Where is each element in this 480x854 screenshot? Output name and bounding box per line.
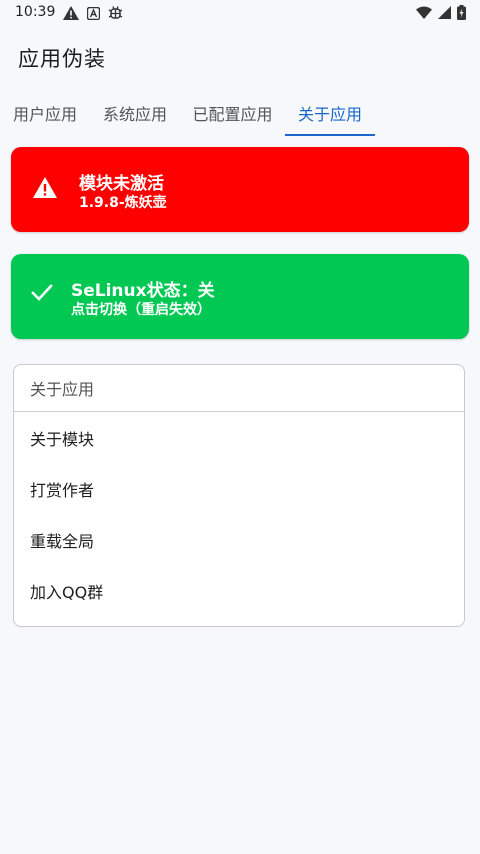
module-status-title: 模块未激活 (79, 174, 164, 194)
tab-configured-apps[interactable]: 已配置应用 (180, 90, 285, 136)
warning-icon (33, 177, 57, 198)
status-notification-icons (63, 5, 123, 21)
battery-charging-icon (457, 5, 466, 20)
app-a-notification-icon (87, 6, 100, 20)
join-qq-group-item[interactable]: 加入QQ群 (14, 565, 464, 616)
about-card-header: 关于应用 (14, 365, 464, 412)
signal-icon (438, 6, 451, 19)
selinux-status-title: SeLinux状态：关 (71, 281, 215, 301)
tab-bar: 用户应用 系统应用 已配置应用 关于应用 (0, 90, 480, 138)
status-system-icons (416, 5, 466, 20)
check-icon (31, 284, 53, 301)
module-version: 1.9.8-炼妖壶 (79, 195, 167, 211)
status-time: 10:39 (15, 4, 56, 20)
app-title: 应用伪装 (18, 47, 106, 71)
donate-author-item[interactable]: 打赏作者 (14, 463, 464, 514)
tab-about-app[interactable]: 关于应用 (285, 90, 375, 136)
reload-global-item[interactable]: 重载全局 (14, 514, 464, 565)
tab-indicator (285, 134, 375, 136)
status-bar: 10:39 (0, 0, 480, 26)
selinux-toggle-banner[interactable]: SeLinux状态：关 点击切换（重启失效） (11, 254, 469, 339)
wifi-icon (416, 6, 432, 19)
bug-notification-icon (108, 6, 123, 19)
selinux-toggle-hint: 点击切换（重启失效） (71, 302, 211, 318)
about-card: 关于应用 关于模块 打赏作者 重载全局 加入QQ群 (13, 364, 465, 627)
module-status-banner[interactable]: 模块未激活 1.9.8-炼妖壶 (11, 147, 469, 232)
alert-notification-icon (63, 6, 79, 20)
tab-user-apps[interactable]: 用户应用 (0, 90, 90, 136)
tab-system-apps[interactable]: 系统应用 (90, 90, 180, 136)
about-module-item[interactable]: 关于模块 (14, 412, 464, 463)
